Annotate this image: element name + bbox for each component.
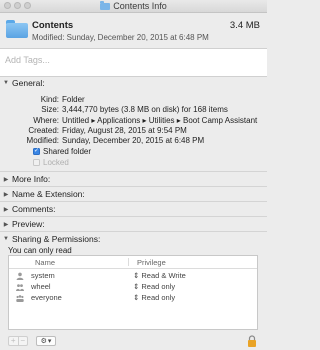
privilege-select[interactable]: ⇕ Read only <box>133 293 175 302</box>
folder-icon <box>100 0 111 10</box>
section-general-label: General: <box>12 78 45 88</box>
row-name: wheel <box>31 282 51 291</box>
divider <box>0 231 267 232</box>
close-button[interactable] <box>4 2 11 9</box>
gear-icon: ⚙ <box>40 338 47 345</box>
section-sharing[interactable]: ▼ Sharing & Permissions: <box>0 233 267 245</box>
disclosure-closed-icon[interactable]: ▶ <box>0 191 12 198</box>
divider <box>0 216 267 217</box>
size-label: Size: <box>41 105 59 114</box>
section-comments-label: Comments: <box>12 204 56 214</box>
section-more-info-label: More Info: <box>12 174 51 184</box>
section-general[interactable]: ▼ General: <box>0 77 267 89</box>
disclosure-open-icon[interactable]: ▼ <box>0 236 12 242</box>
divider <box>0 171 267 172</box>
checkmark-icon[interactable]: ✓ <box>33 148 40 155</box>
modified-label: Modified: <box>26 136 59 145</box>
window-controls <box>4 2 31 9</box>
add-button[interactable]: + <box>9 337 18 345</box>
title-bar: Contents Info <box>0 0 267 13</box>
section-name-extension-label: Name & Extension: <box>12 189 85 199</box>
item-size: 3.4 MB <box>229 20 260 31</box>
table-row[interactable]: wheel ⇕ Read only <box>9 282 257 292</box>
minimize-button[interactable] <box>14 2 21 9</box>
disclosure-closed-icon[interactable]: ▶ <box>0 206 12 213</box>
created-label: Created: <box>28 126 59 135</box>
everyone-icon <box>16 295 24 302</box>
item-name: Contents <box>32 20 74 31</box>
size-value: 3,444,770 bytes (3.8 MB on disk) for 168… <box>62 105 228 114</box>
zoom-button[interactable] <box>24 2 31 9</box>
row-name: everyone <box>31 293 62 302</box>
privilege-value: Read & Write <box>141 271 186 280</box>
tags-field[interactable]: Add Tags... <box>0 48 267 77</box>
disclosure-closed-icon[interactable]: ▶ <box>0 176 12 183</box>
where-value: Untitled ▸ Applications ▸ Utilities ▸ Bo… <box>62 116 258 125</box>
folder-icon <box>6 20 28 38</box>
permissions-table: Name Privilege system ⇕ Read & Write whe… <box>8 255 258 330</box>
privilege-value: Read only <box>141 293 176 302</box>
privilege-select[interactable]: ⇕ Read only <box>133 282 175 291</box>
action-menu-button[interactable]: ⚙ ▾ <box>36 336 56 346</box>
column-privilege-header[interactable]: Privilege <box>137 258 166 267</box>
bottom-toolbar: + − ⚙ ▾ <box>0 334 267 350</box>
created-value: Friday, August 28, 2015 at 9:54 PM <box>62 126 187 135</box>
disclosure-closed-icon[interactable]: ▶ <box>0 221 12 228</box>
kind-row: Kind: Folder <box>0 95 267 105</box>
created-row: Created: Friday, August 28, 2015 at 9:54… <box>0 126 267 136</box>
size-row: Size: 3,444,770 bytes (3.8 MB on disk) f… <box>0 105 267 115</box>
window-title-text: Contents Info <box>113 1 167 11</box>
table-row[interactable]: everyone ⇕ Read only <box>9 293 257 303</box>
shared-folder-label: Shared folder <box>43 147 92 156</box>
item-modified: Modified: Sunday, December 20, 2015 at 6… <box>32 33 209 42</box>
privilege-value: Read only <box>141 282 176 291</box>
chevron-down-icon: ▾ <box>47 338 52 345</box>
remove-button[interactable]: − <box>17 337 28 345</box>
section-preview-label: Preview: <box>12 219 45 229</box>
add-remove-control: + − <box>8 336 28 346</box>
info-header: Contents 3.4 MB Modified: Sunday, Decemb… <box>0 13 267 48</box>
where-row: Where: Untitled ▸ Applications ▸ Utiliti… <box>0 116 267 126</box>
modified-row: Modified: Sunday, December 20, 2015 at 6… <box>0 136 267 146</box>
section-name-extension[interactable]: ▶ Name & Extension: <box>0 188 267 200</box>
tags-placeholder: Add Tags... <box>5 55 50 65</box>
column-name-header[interactable]: Name <box>35 258 55 267</box>
section-preview[interactable]: ▶ Preview: <box>0 218 267 230</box>
user-icon <box>16 272 24 280</box>
checkbox-empty-icon[interactable] <box>33 159 40 166</box>
kind-label: Kind: <box>40 95 59 104</box>
locked-checkbox[interactable]: Locked <box>33 158 69 167</box>
disclosure-open-icon[interactable]: ▼ <box>0 80 12 86</box>
group-icon <box>16 284 24 291</box>
privilege-select[interactable]: ⇕ Read & Write <box>133 271 186 280</box>
locked-label: Locked <box>43 158 69 167</box>
shared-folder-checkbox[interactable]: ✓ Shared folder <box>33 147 91 156</box>
table-row[interactable]: system ⇕ Read & Write <box>9 271 257 281</box>
permission-note: You can only read <box>8 246 72 255</box>
section-comments[interactable]: ▶ Comments: <box>0 203 267 215</box>
row-name: system <box>31 271 55 280</box>
window-title: Contents Info <box>100 0 167 11</box>
where-label: Where: <box>33 116 59 125</box>
kind-value: Folder <box>62 95 85 104</box>
modified-value: Sunday, December 20, 2015 at 6:48 PM <box>62 136 205 145</box>
section-sharing-label: Sharing & Permissions: <box>12 234 101 244</box>
divider <box>0 201 267 202</box>
permissions-table-header: Name Privilege <box>9 256 257 269</box>
section-more-info[interactable]: ▶ More Info: <box>0 173 267 185</box>
divider <box>0 186 267 187</box>
lock-icon[interactable] <box>247 335 257 347</box>
